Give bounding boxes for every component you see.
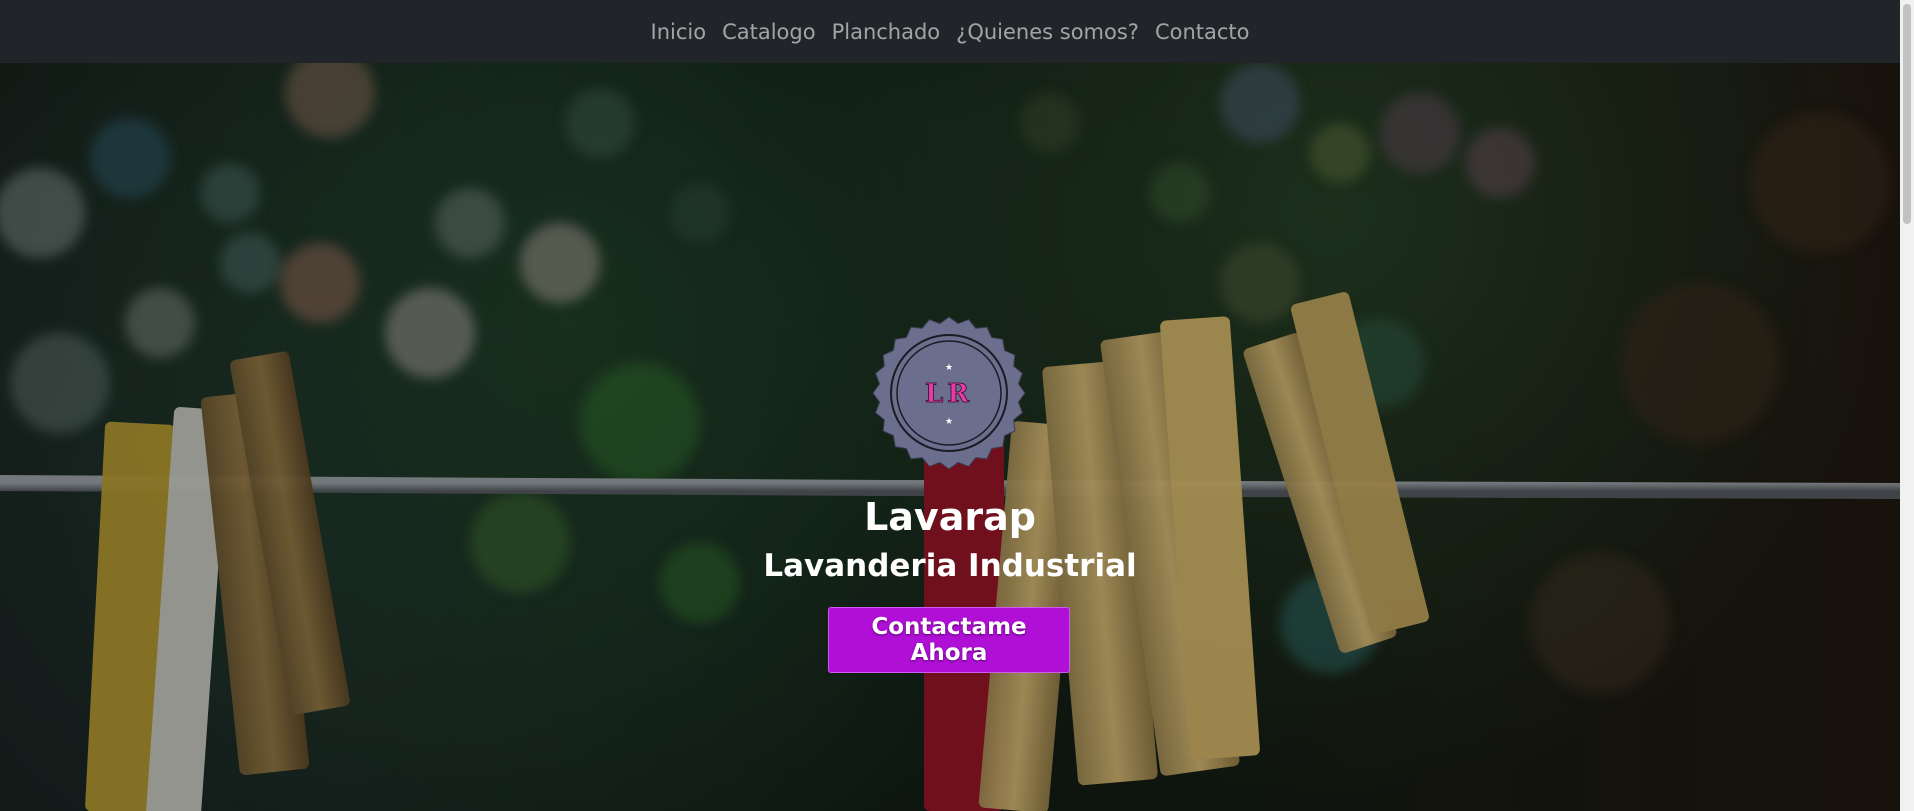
nav-link-planchado[interactable]: Planchado — [824, 20, 949, 44]
logo-star-bottom: ★ — [945, 417, 953, 427]
nav-link-contacto[interactable]: Contacto — [1147, 20, 1258, 44]
logo-letters: LR — [925, 379, 973, 409]
nav-link-catalogo[interactable]: Catalogo — [714, 20, 824, 44]
page: Inicio Catalogo Planchado ¿Quienes somos… — [0, 0, 1914, 811]
page-scrollbar[interactable] — [1900, 0, 1914, 811]
lr-logo-badge: ★ ★ LR — [872, 316, 1026, 470]
hero-title: Lavarap — [864, 495, 1036, 539]
contact-now-button[interactable]: Contactame Ahora — [828, 607, 1070, 673]
hero-subtitle: Lavanderia Industrial — [763, 548, 1137, 584]
hero-section: ★ ★ LR Lavarap Lavanderia Industrial Con… — [0, 63, 1900, 811]
top-navbar: Inicio Catalogo Planchado ¿Quienes somos… — [0, 0, 1900, 63]
logo-star-top: ★ — [945, 363, 953, 373]
scrollbar-thumb[interactable] — [1903, 4, 1911, 224]
nav-link-inicio[interactable]: Inicio — [643, 20, 715, 44]
nav-link-quienes-somos[interactable]: ¿Quienes somos? — [948, 20, 1147, 44]
hero-content: ★ ★ LR Lavarap Lavanderia Industrial Con… — [0, 63, 1900, 811]
